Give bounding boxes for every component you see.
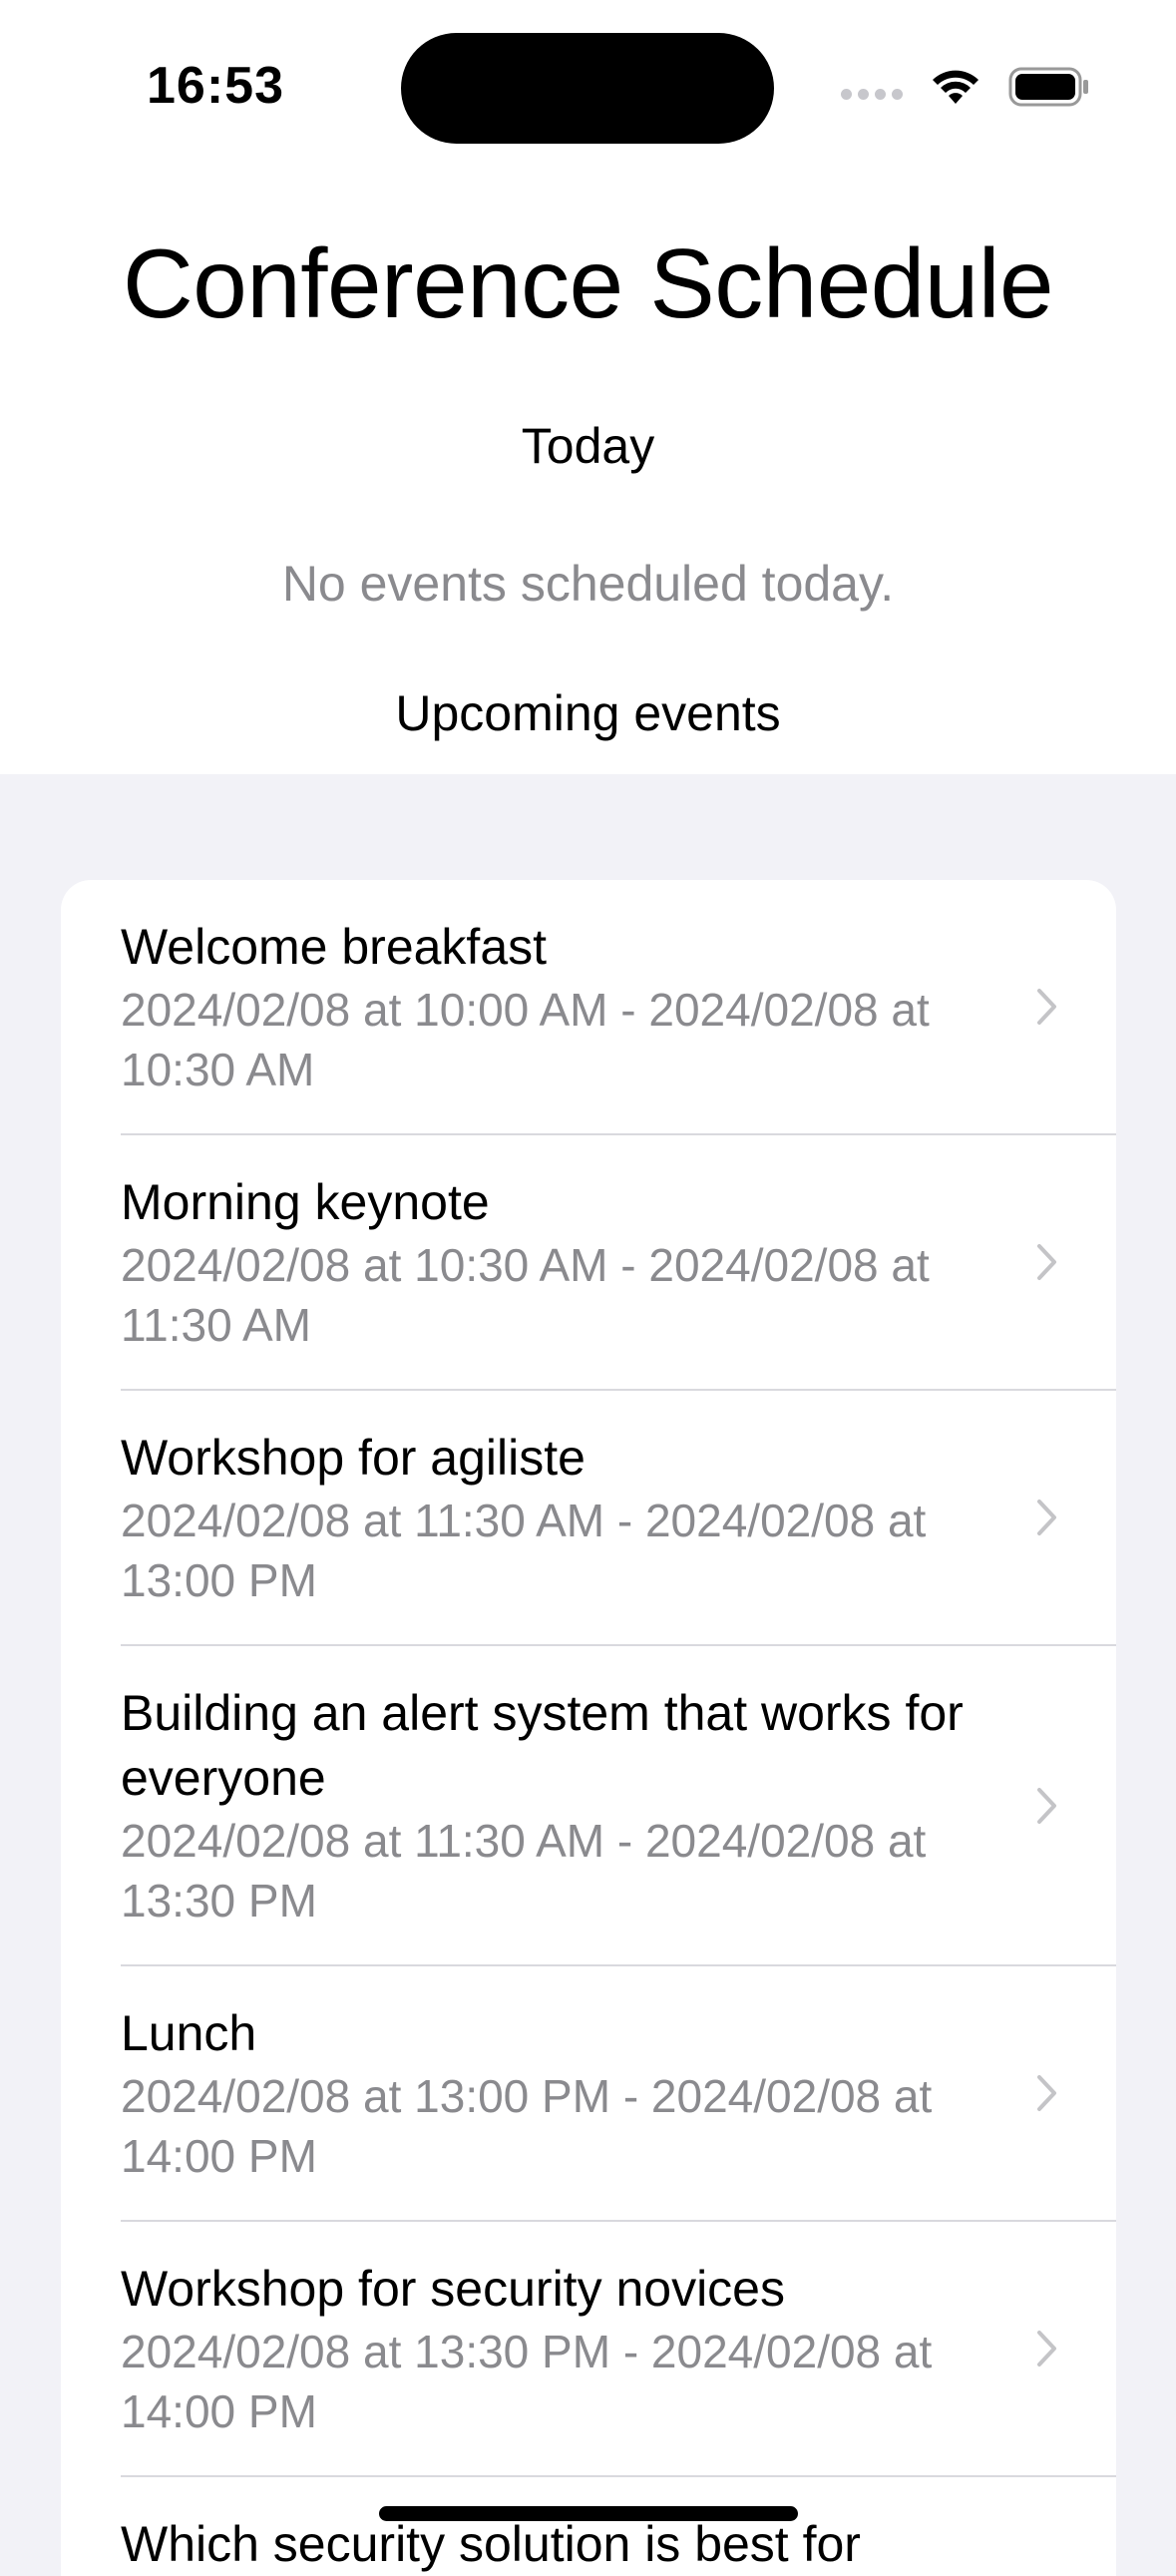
- event-title: Welcome breakfast: [121, 919, 548, 975]
- chevron-right-icon: [1037, 989, 1056, 1025]
- event-row[interactable]: Workshop for agiliste 2024/02/08 at 11:30…: [121, 1391, 1116, 1646]
- chevron-right-icon: [1037, 1500, 1056, 1535]
- battery-icon: [1008, 67, 1088, 107]
- upcoming-section-label: Upcoming events: [395, 685, 781, 741]
- dynamic-island: [401, 33, 774, 144]
- event-title: Workshop for security novices: [121, 2261, 785, 2317]
- signal-dots-icon: [841, 88, 903, 100]
- wifi-icon: [933, 70, 979, 104]
- event-title: Workshop for agiliste: [121, 1430, 586, 1486]
- event-row[interactable]: Workshop for security novices 2024/02/08 …: [121, 2222, 1116, 2477]
- event-time-range: 2024/02/08 at 10:00 AM - 2024/02/08 at 1…: [121, 984, 930, 1095]
- chevron-right-icon: [1037, 1244, 1056, 1280]
- event-row[interactable]: Building an alert system that works for …: [121, 1646, 1116, 1966]
- event-row[interactable]: Welcome breakfast 2024/02/08 at 10:00 AM …: [121, 880, 1116, 1135]
- event-time-range: 2024/02/08 at 11:30 AM - 2024/02/08 at 1…: [121, 1815, 927, 1927]
- home-indicator[interactable]: [379, 2506, 798, 2521]
- chevron-right-icon: [1037, 2075, 1056, 2111]
- event-row[interactable]: Which security solution is best for you?: [121, 2477, 1116, 2576]
- header-area: 16:53 Conference Schedule Today No event…: [0, 0, 1176, 774]
- event-time-range: 2024/02/08 at 13:30 PM - 2024/02/08 at 1…: [121, 2326, 933, 2437]
- upcoming-events-list: Welcome breakfast 2024/02/08 at 10:00 AM …: [61, 880, 1116, 2576]
- status-time: 16:53: [147, 57, 284, 115]
- chevron-right-icon: [1037, 1787, 1056, 1824]
- status-icons: [841, 62, 1090, 112]
- event-time-range: 2024/02/08 at 10:30 AM - 2024/02/08 at 1…: [121, 1239, 930, 1351]
- event-row[interactable]: Morning keynote 2024/02/08 at 10:30 AM - …: [121, 1135, 1116, 1391]
- event-title: Building an alert system that works for …: [121, 1685, 964, 1806]
- today-section-label: Today: [521, 418, 655, 474]
- chevron-right-icon: [1037, 2331, 1056, 2366]
- event-time-range: 2024/02/08 at 11:30 AM - 2024/02/08 at 1…: [121, 1495, 927, 1606]
- page-title: Conference Schedule: [122, 228, 1054, 338]
- empty-today-message: No events scheduled today.: [281, 556, 895, 612]
- event-row[interactable]: Lunch 2024/02/08 at 13:00 PM - 2024/02/08…: [121, 1966, 1116, 2222]
- event-title: Lunch: [121, 2005, 257, 2061]
- event-title: Which security solution is best for you?: [121, 2516, 861, 2572]
- event-title: Morning keynote: [121, 1174, 490, 1230]
- event-time-range: 2024/02/08 at 13:00 PM - 2024/02/08 at 1…: [121, 2070, 933, 2182]
